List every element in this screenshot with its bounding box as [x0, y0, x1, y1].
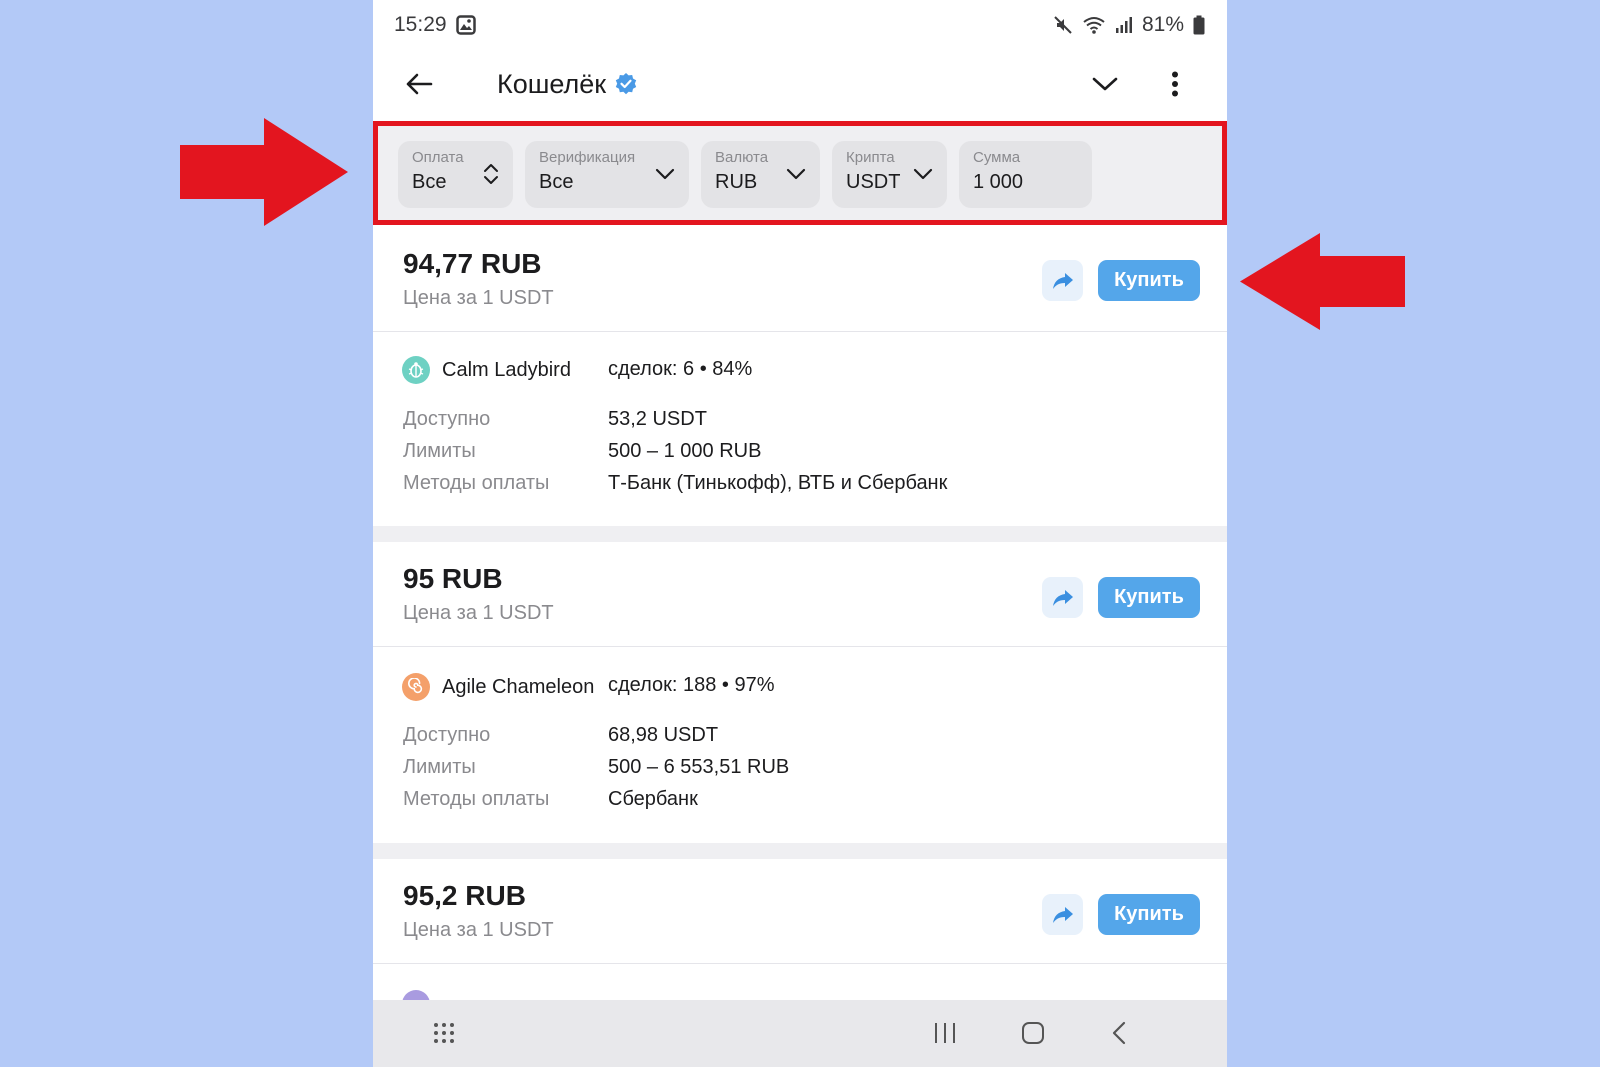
seller[interactable]: Agile Chameleon — [402, 673, 594, 701]
limits-label: Лимиты — [403, 440, 476, 462]
offer-details-partial — [373, 964, 1227, 1018]
buy-button[interactable]: Купить — [1098, 260, 1200, 301]
expand-button[interactable] — [1083, 62, 1127, 106]
separator — [373, 526, 1227, 542]
home-icon[interactable] — [1021, 1021, 1045, 1050]
chameleon-avatar-icon — [402, 673, 430, 701]
separator — [373, 843, 1227, 859]
filter-payment[interactable]: Оплата Все — [398, 141, 513, 208]
buy-button[interactable]: Купить — [1098, 894, 1200, 935]
arrow-left-icon — [406, 73, 433, 95]
annotation-arrow-left — [1240, 233, 1405, 330]
chevron-down-icon — [786, 168, 806, 180]
seller-deals: сделок: 6 • 84% — [608, 358, 753, 380]
chevron-down-icon — [655, 168, 675, 180]
offer-price-caption: Цена за 1 USDT — [403, 919, 554, 941]
methods-value: Сбербанк — [608, 788, 698, 810]
limits-value: 500 – 6 553,51 RUB — [608, 756, 790, 778]
status-time: 15:29 — [394, 13, 447, 36]
wifi-icon — [1083, 17, 1105, 34]
filter-crypto[interactable]: Крипта USDT — [832, 141, 947, 208]
more-options-button[interactable] — [1153, 62, 1197, 106]
available-label: Доступно — [403, 724, 491, 746]
seller-name: Calm Ladybird — [442, 358, 571, 381]
chevron-up-down-icon — [484, 164, 498, 184]
methods-label: Методы оплаты — [403, 472, 550, 494]
seller-name: Agile Chameleon — [442, 675, 594, 698]
phone-screen: 15:29 81% Кошелёк Оплата Все Верификация… — [373, 0, 1227, 1067]
available-label: Доступно — [403, 408, 491, 430]
gallery-notification-icon — [455, 15, 476, 35]
offer-header: 94,77 RUB Цена за 1 USDT Купить — [373, 227, 1227, 332]
recent-apps-icon[interactable] — [933, 1021, 957, 1050]
buy-button[interactable]: Купить — [1098, 577, 1200, 618]
signal-icon — [1115, 17, 1132, 33]
annotation-arrow-right — [180, 118, 348, 226]
share-button[interactable] — [1042, 577, 1083, 618]
app-header: Кошелёк — [373, 50, 1227, 118]
methods-value: Т-Банк (Тинькофф), ВТБ и Сбербанк — [608, 472, 948, 494]
share-arrow-icon — [1052, 906, 1073, 923]
methods-label: Методы оплаты — [403, 788, 550, 810]
status-bar: 15:29 81% — [373, 0, 1227, 50]
offer-price: 94,77 RUB — [403, 248, 542, 279]
keyboard-grid-icon[interactable] — [433, 1022, 455, 1049]
page-title: Кошелёк — [497, 68, 607, 99]
offer-price-caption: Цена за 1 USDT — [403, 602, 554, 624]
chevron-down-icon — [913, 168, 933, 180]
filter-value: 1 000 — [973, 171, 1024, 193]
battery-icon — [1193, 15, 1205, 35]
filter-verification[interactable]: Верификация Все — [525, 141, 689, 208]
seller-deals: сделок: 188 • 97% — [608, 674, 775, 696]
available-value: 68,98 USDT — [608, 724, 719, 746]
mute-icon — [1054, 16, 1072, 34]
limits-value: 500 – 1 000 RUB — [608, 440, 762, 462]
system-nav-bar — [373, 1000, 1227, 1067]
share-button[interactable] — [1042, 260, 1083, 301]
battery-percent: 81% — [1141, 13, 1184, 36]
filter-amount[interactable]: Сумма 1 000 — [959, 141, 1092, 208]
ladybug-avatar-icon — [402, 356, 430, 384]
filter-label: Сумма — [973, 149, 1021, 166]
share-arrow-icon — [1052, 589, 1073, 606]
more-vertical-icon — [1172, 71, 1178, 97]
offer-header: 95,2 RUB Цена за 1 USDT Купить — [373, 859, 1227, 964]
back-button[interactable] — [397, 62, 441, 106]
share-button[interactable] — [1042, 894, 1083, 935]
limits-label: Лимиты — [403, 756, 476, 778]
available-value: 53,2 USDT — [608, 408, 707, 430]
verified-badge-icon — [614, 72, 638, 96]
filter-currency[interactable]: Валюта RUB — [701, 141, 820, 208]
offer-price: 95 RUB — [403, 563, 503, 594]
offer-details: Calm Ladybird сделок: 6 • 84% Доступно 5… — [373, 332, 1227, 526]
offer-price: 95,2 RUB — [403, 880, 526, 911]
offer-details: Agile Chameleon сделок: 188 • 97% Доступ… — [373, 648, 1227, 842]
offer-price-caption: Цена за 1 USDT — [403, 287, 554, 309]
seller[interactable]: Calm Ladybird — [402, 356, 594, 384]
share-arrow-icon — [1052, 272, 1073, 289]
system-back-icon[interactable] — [1111, 1021, 1127, 1050]
filters-bar: Оплата Все Верификация Все Валюта RUB Кр… — [373, 121, 1227, 225]
chevron-down-icon — [1092, 77, 1118, 91]
offer-header: 95 RUB Цена за 1 USDT Купить — [373, 542, 1227, 647]
